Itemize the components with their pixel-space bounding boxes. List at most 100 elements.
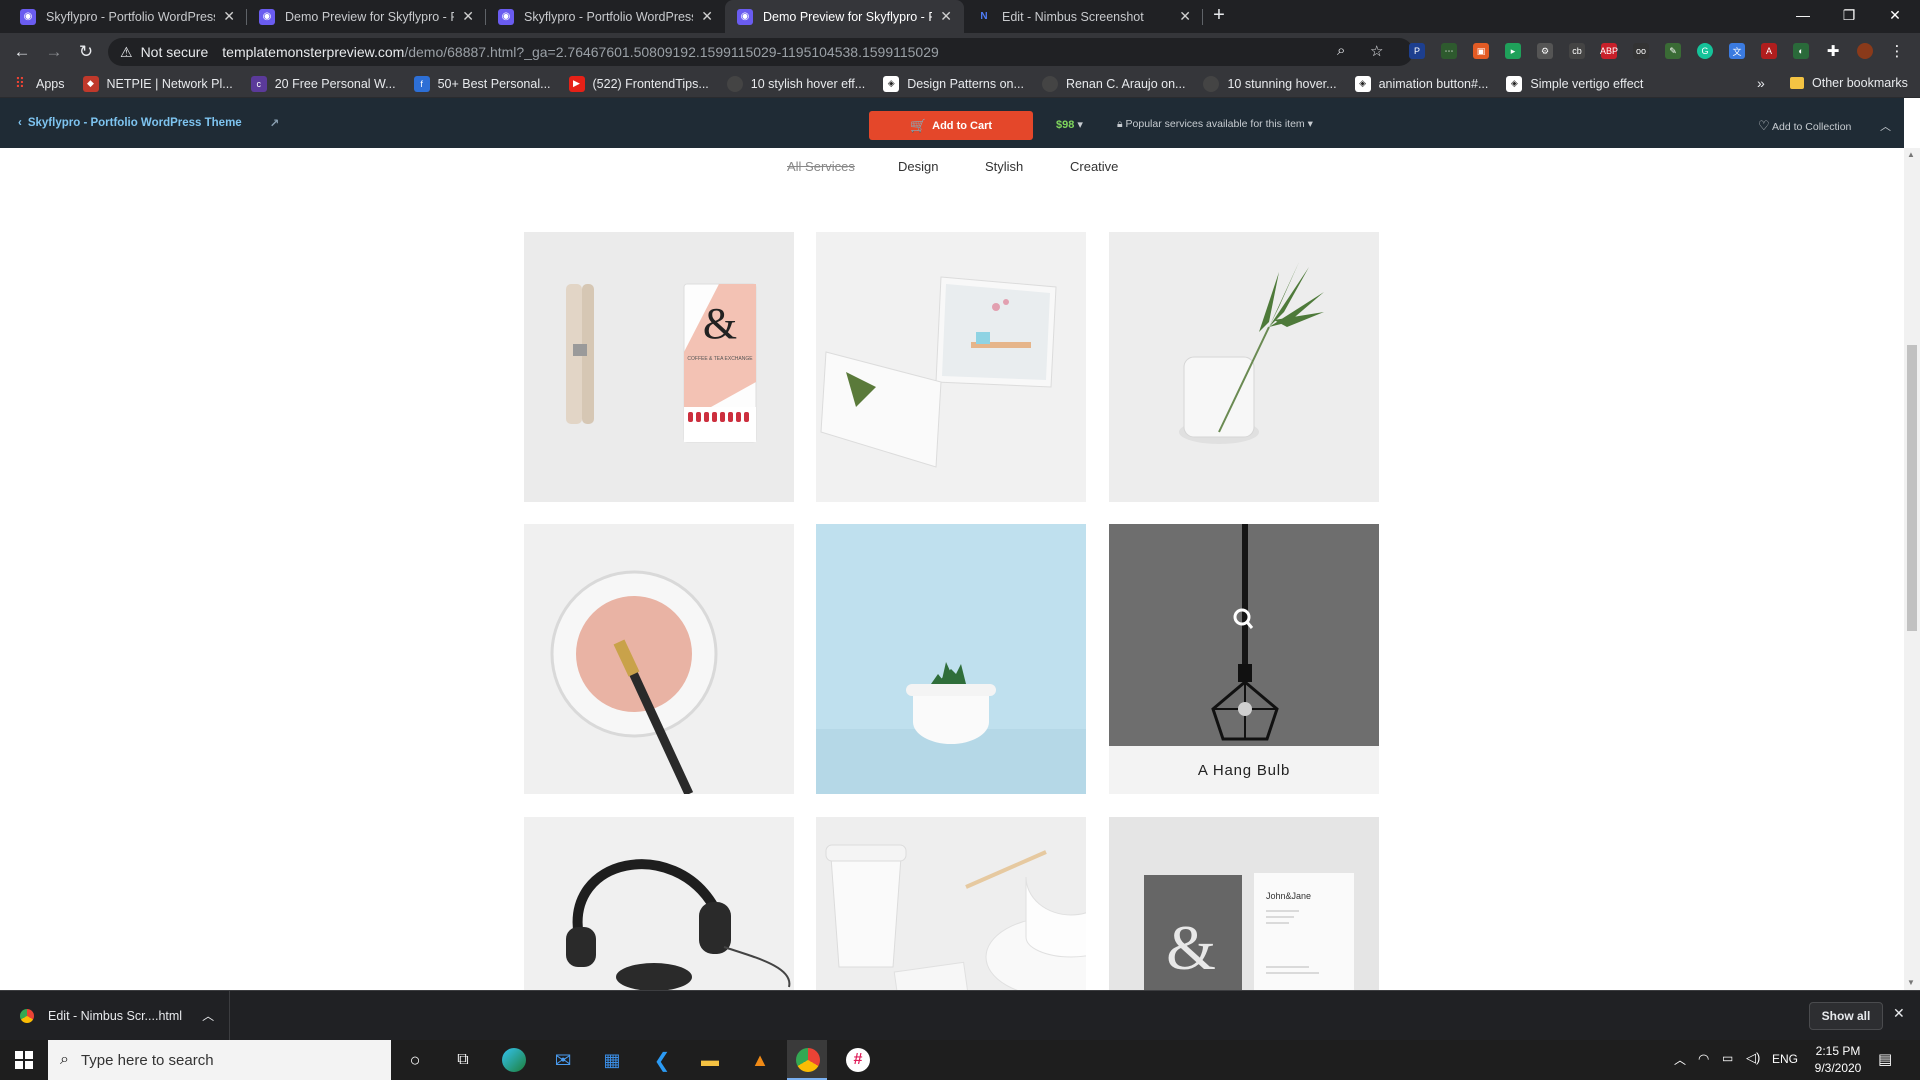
portfolio-item-plant-glass[interactable] <box>1109 232 1379 502</box>
pdf-icon[interactable]: A <box>1761 43 1777 59</box>
bookmark-item[interactable]: ◈ animation button#... <box>1354 75 1488 92</box>
volume-icon[interactable]: ◁) <box>1746 1050 1760 1066</box>
price-dropdown[interactable]: $98 ▾ <box>1056 118 1083 131</box>
bookmark-item[interactable]: 10 stunning hover... <box>1203 75 1337 92</box>
show-hidden-icons-chevron[interactable]: ︿ <box>1674 1051 1686 1068</box>
close-tab-icon[interactable]: ✕ <box>223 8 235 25</box>
close-tab-icon[interactable]: ✕ <box>701 8 713 25</box>
extension-icon[interactable]: ▣ <box>1473 43 1489 59</box>
more-bookmarks-button[interactable]: » <box>1757 75 1765 91</box>
url-text[interactable]: templatemonsterpreview.com/demo/68887.ht… <box>222 44 939 60</box>
tab-title: Demo Preview for Skyflypro - Por <box>763 9 933 24</box>
portfolio-item-makeup[interactable] <box>524 524 794 794</box>
taskbar-search-box[interactable]: ⌕ Type here to search <box>48 1040 391 1080</box>
close-tab-icon[interactable]: ✕ <box>940 8 952 25</box>
external-link-icon[interactable]: ↗ <box>270 116 280 130</box>
profile-avatar[interactable] <box>1857 43 1873 59</box>
bookmark-item[interactable]: ◈ Simple vertigo effect <box>1506 75 1643 92</box>
puzzle-extensions-icon[interactable]: ✚ <box>1825 43 1841 60</box>
menu-kebab-icon[interactable]: ⋮ <box>1889 43 1905 60</box>
task-view-icon[interactable]: ⧉ <box>451 1048 475 1072</box>
portfolio-item-business-card[interactable]: & John&Jane <box>1109 817 1379 990</box>
bookmark-item[interactable]: ⠿ Apps <box>12 75 65 92</box>
minimize-icon[interactable]: — <box>1780 0 1826 30</box>
file-explorer-icon[interactable]: ▬ <box>698 1048 722 1072</box>
filter-stylish[interactable]: Stylish <box>985 159 1023 174</box>
adblock-icon[interactable]: ABP <box>1600 43 1618 59</box>
bookmark-item[interactable]: ◈ Design Patterns on... <box>883 75 1024 92</box>
portfolio-item-headphones[interactable] <box>524 817 794 990</box>
bookmark-item[interactable]: ◆ NETPIE | Network Pl... <box>82 75 233 92</box>
portfolio-item-matchbox[interactable]: & COFFEE & TEA EXCHANGE <box>524 232 794 502</box>
vscode-icon[interactable]: ❮ <box>650 1048 674 1072</box>
browser-tab[interactable]: ◉ Skyflypro - Portfolio WordPress T ✕ <box>8 0 247 33</box>
bookmark-star-icon[interactable]: ☆ <box>1370 42 1383 60</box>
store-icon[interactable]: ▦ <box>600 1048 624 1072</box>
address-bar[interactable]: ⚠ Not secure templatemonsterpreview.com/… <box>108 38 1413 66</box>
close-window-icon[interactable]: ✕ <box>1872 0 1918 30</box>
close-tab-icon[interactable]: ✕ <box>1179 8 1191 25</box>
close-tab-icon[interactable]: ✕ <box>462 8 474 25</box>
bookmark-item[interactable]: Renan C. Araujo on... <box>1041 75 1185 92</box>
close-download-bar-icon[interactable]: ✕ <box>1893 1005 1905 1022</box>
not-secure-label[interactable]: Not secure <box>141 44 209 60</box>
portfolio-item-cactus[interactable] <box>816 524 1086 794</box>
new-tab-button[interactable]: + <box>1203 4 1235 27</box>
wifi-icon[interactable]: ◠ <box>1698 1051 1709 1067</box>
browser-tab-active[interactable]: ◉ Demo Preview for Skyflypro - Por ✕ <box>725 0 964 33</box>
edge-icon[interactable] <box>502 1048 526 1072</box>
scroll-up-arrow-icon[interactable]: ▲ <box>1907 150 1915 159</box>
language-indicator[interactable]: ENG <box>1772 1052 1798 1066</box>
zoom-icon[interactable]: ⌕ <box>1337 42 1345 59</box>
bookmark-item[interactable]: ▶ (522) FrontendTips... <box>568 75 709 92</box>
forward-arrow-icon[interactable]: → <box>38 42 70 62</box>
chrome-icon[interactable] <box>796 1048 820 1072</box>
bookmark-label: 10 stylish hover eff... <box>750 76 866 91</box>
settings-extension-icon[interactable]: ⚙ <box>1537 43 1553 59</box>
notifications-icon[interactable]: ▤ <box>1878 1050 1892 1068</box>
back-to-product-link[interactable]: ‹ Skyflypro - Portfolio WordPress Theme … <box>18 116 279 130</box>
chevron-up-icon[interactable]: ︿ <box>202 1007 214 1024</box>
clock[interactable]: 2:15 PM 9/3/2020 <box>1808 1043 1868 1077</box>
download-item[interactable]: Edit - Nimbus Scr....html ︿ <box>0 991 230 1040</box>
extension-icon[interactable]: oo <box>1633 43 1649 59</box>
extension-icon[interactable]: cb <box>1569 43 1585 59</box>
bookmark-item[interactable]: c 20 Free Personal W... <box>250 75 396 92</box>
translate-icon[interactable]: 文 <box>1729 43 1745 59</box>
extension-icon[interactable]: P <box>1409 43 1425 59</box>
collapse-bar-icon[interactable]: ︿ <box>1880 118 1891 134</box>
add-to-cart-button[interactable]: 🛒 Add to Cart <box>869 111 1033 140</box>
bookmark-item[interactable]: 10 stylish hover eff... <box>726 75 866 92</box>
vlc-icon[interactable]: ▲ <box>748 1048 772 1072</box>
cortana-icon[interactable]: ○ <box>403 1048 427 1072</box>
bookmark-item[interactable]: f 50+ Best Personal... <box>413 75 551 92</box>
filter-design[interactable]: Design <box>898 159 938 174</box>
popular-services-dropdown[interactable]: 🔒︎ Popular services available for this i… <box>1117 118 1313 131</box>
other-bookmarks-folder[interactable]: Other bookmarks <box>1790 76 1908 90</box>
extension-icon[interactable]: ◐ <box>1793 43 1809 59</box>
mail-icon[interactable]: ✉ <box>551 1048 575 1072</box>
filter-all-services[interactable]: All Services <box>787 159 855 174</box>
portfolio-item-hang-bulb-hover[interactable]: A Hang Bulb <box>1109 524 1379 794</box>
grammarly-icon[interactable]: G <box>1697 43 1713 59</box>
add-to-collection-button[interactable]: ♡ Add to Collection <box>1758 118 1851 134</box>
browser-tab[interactable]: ◉ Skyflypro - Portfolio WordPress T ✕ <box>486 0 725 33</box>
windows-start-icon[interactable] <box>12 1048 36 1072</box>
reload-icon[interactable]: ↻ <box>70 42 102 62</box>
battery-icon[interactable]: ▭ <box>1722 1051 1733 1065</box>
extension-icon[interactable]: ▸ <box>1505 43 1521 59</box>
show-all-downloads-button[interactable]: Show all <box>1809 1002 1883 1030</box>
portfolio-item-laptop[interactable] <box>816 232 1086 502</box>
scroll-down-arrow-icon[interactable]: ▼ <box>1907 978 1915 987</box>
browser-tab[interactable]: N Edit - Nimbus Screenshot ✕ <box>964 0 1203 33</box>
extension-icon[interactable]: ✎ <box>1665 43 1681 59</box>
lock-icon: 🔒︎ <box>1117 118 1123 130</box>
browser-tab[interactable]: ◉ Demo Preview for Skyflypro - Por ✕ <box>247 0 486 33</box>
slack-icon[interactable]: # <box>846 1048 870 1072</box>
scrollbar-thumb[interactable] <box>1907 345 1917 631</box>
extension-icon[interactable]: ⋯ <box>1441 43 1457 59</box>
portfolio-item-coffee-cup[interactable] <box>816 817 1086 990</box>
filter-creative[interactable]: Creative <box>1070 159 1118 174</box>
restore-icon[interactable]: ❐ <box>1826 0 1872 30</box>
back-arrow-icon[interactable]: ← <box>6 42 38 62</box>
